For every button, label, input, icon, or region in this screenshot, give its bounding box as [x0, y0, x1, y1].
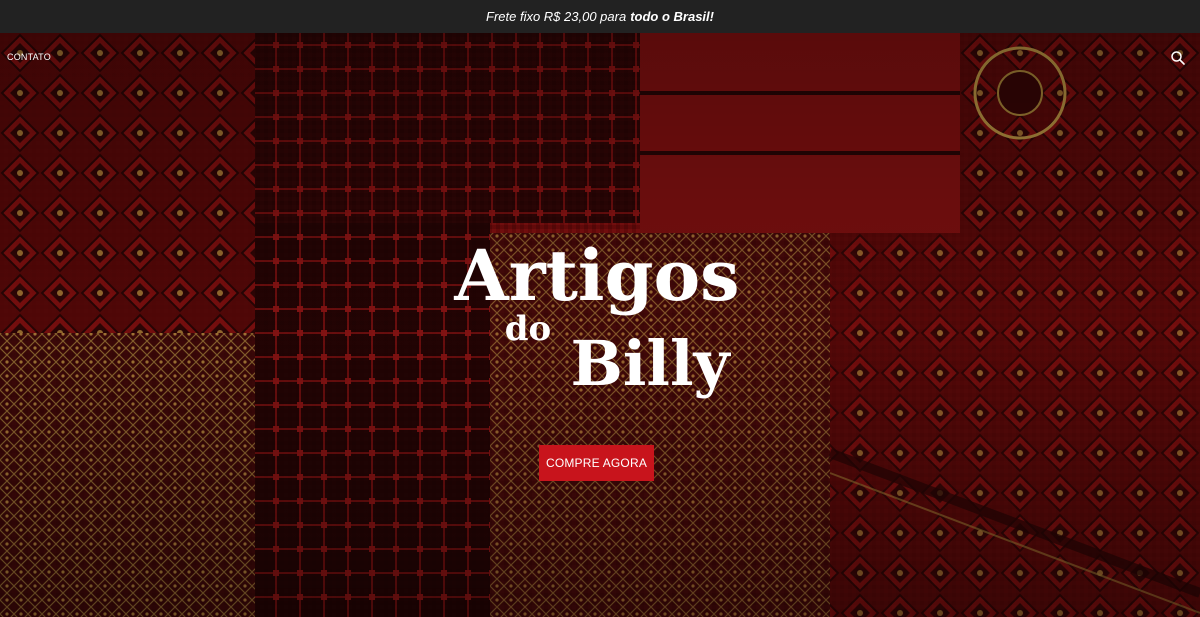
- announcement-text: Frete fixo R$ 23,00 para: [486, 9, 627, 24]
- announcement-highlight: todo o Brasil!: [630, 9, 714, 24]
- search-icon[interactable]: [1170, 50, 1186, 66]
- announcement-bar: Frete fixo R$ 23,00 para todo o Brasil!: [0, 0, 1200, 33]
- rug-background-image: [0, 33, 1200, 617]
- shop-now-button[interactable]: COMPRE AGORA: [539, 445, 654, 481]
- hero-banner: [0, 33, 1200, 617]
- nav-contact-link[interactable]: CONTATO: [7, 52, 51, 62]
